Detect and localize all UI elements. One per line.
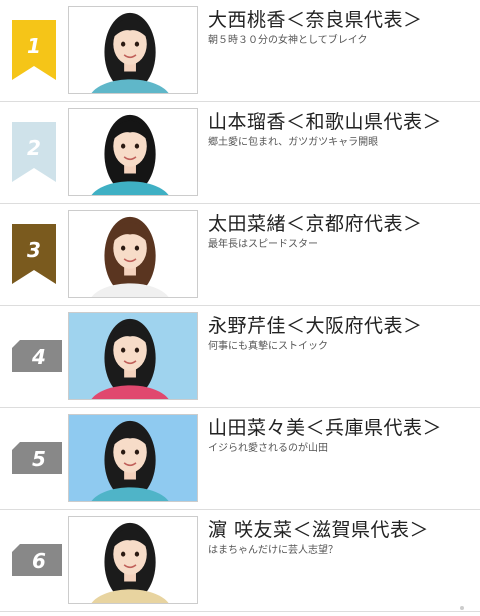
member-name[interactable]: 濵 咲友菜＜滋賀県代表＞: [208, 518, 429, 542]
ranking-row[interactable]: 5 山田菜々美＜兵庫県代表＞ イジられ愛されるのが山田: [0, 408, 480, 510]
member-caption: イジられ愛されるのが山田: [208, 443, 328, 454]
ranking-row[interactable]: 1 大西桃香＜奈良県代表＞ 朝５時３０分の女神としてブレイク: [0, 0, 480, 102]
rank-number: 5: [32, 447, 46, 471]
member-name[interactable]: 山本瑠香＜和歌山県代表＞: [208, 110, 442, 134]
member-name[interactable]: 山田菜々美＜兵庫県代表＞: [208, 416, 442, 440]
member-photo[interactable]: [68, 108, 198, 196]
member-caption: 郷土愛に包まれ、ガツガツキャラ開眼: [208, 137, 379, 148]
rank-number: 1: [27, 34, 41, 58]
gray-plate-icon: 5: [12, 442, 62, 474]
ranking-row[interactable]: 6 濵 咲友菜＜滋賀県代表＞ はまちゃんだけに芸人志望？: [0, 510, 480, 612]
silver-flag-icon: 2: [12, 122, 56, 182]
member-photo[interactable]: [68, 414, 198, 502]
ranking-row[interactable]: 4 永野芹佳＜大阪府代表＞ 何事にも真摯にストイック: [0, 306, 480, 408]
member-name[interactable]: 太田菜緒＜京都府代表＞: [208, 212, 423, 236]
gray-plate-icon: 6: [12, 544, 62, 576]
rank-number: 4: [31, 345, 46, 369]
gray-plate-icon: 4: [12, 340, 62, 372]
ranking-row[interactable]: 2 山本瑠香＜和歌山県代表＞ 郷土愛に包まれ、ガツガツキャラ開眼: [0, 102, 480, 204]
member-caption: 朝５時３０分の女神としてブレイク: [208, 35, 368, 46]
member-photo[interactable]: [68, 210, 198, 298]
ranking-list: 1 大西桃香＜奈良県代表＞ 朝５時３０分の女神としてブレイク 2 山本瑠香＜和歌山県代表…: [0, 0, 480, 616]
member-caption: はまちゃんだけに芸人志望？: [208, 545, 338, 556]
member-photo[interactable]: [68, 516, 198, 604]
ranking-row[interactable]: 3 太田菜緒＜京都府代表＞ 最年長はスピードスター: [0, 204, 480, 306]
member-name[interactable]: 永野芹佳＜大阪府代表＞: [208, 314, 423, 338]
gold-flag-icon: 1: [12, 20, 56, 80]
member-photo[interactable]: [68, 312, 198, 400]
member-caption: 最年長はスピードスター: [208, 239, 318, 250]
member-name[interactable]: 大西桃香＜奈良県代表＞: [208, 8, 423, 32]
member-photo[interactable]: [68, 6, 198, 94]
bronze-flag-icon: 3: [12, 224, 56, 284]
member-caption: 何事にも真摯にストイック: [208, 341, 328, 352]
rank-number: 2: [27, 136, 41, 160]
rank-number: 3: [27, 238, 41, 262]
scroll-indicator: [460, 606, 464, 610]
rank-number: 6: [32, 549, 46, 573]
